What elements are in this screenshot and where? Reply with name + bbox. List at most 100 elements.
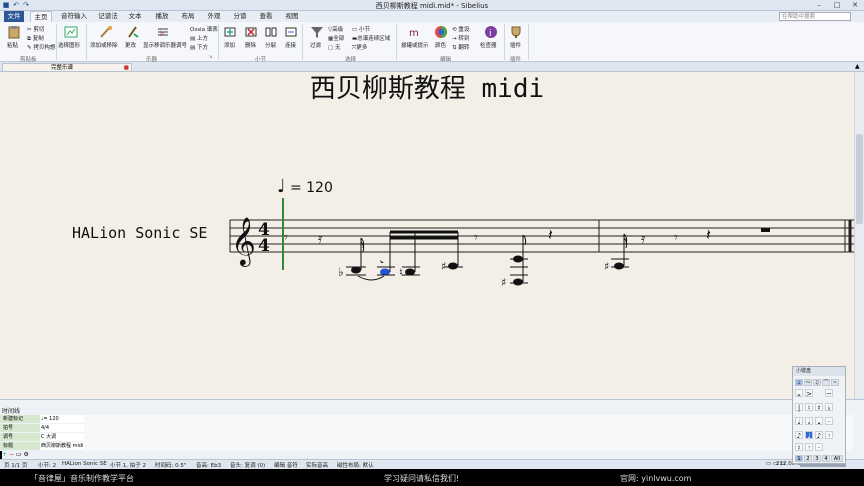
tab-view[interactable]: 视图 (282, 11, 302, 22)
keypad-key-selected[interactable]: ♩ (805, 431, 813, 440)
minimize-icon[interactable]: – (810, 0, 828, 10)
keypad-layout-3[interactable]: 3 (813, 455, 821, 462)
zoom-slider[interactable] (800, 464, 846, 467)
tab-text[interactable]: 文本 (125, 11, 145, 22)
maximize-icon[interactable]: □ (828, 0, 846, 10)
change-instrument-label[interactable]: 更改 (125, 41, 136, 49)
keypad-tab-more-notes[interactable]: ⁓ (804, 379, 812, 386)
reset-button[interactable]: ⟲ 重设 (452, 25, 469, 33)
group-launcher-icon[interactable]: ↘ (208, 54, 213, 60)
keypad-key[interactable]: ♯ (815, 403, 823, 412)
ossia-below-button[interactable]: ▤ 下方 (190, 43, 208, 51)
close-icon[interactable]: ✕ (846, 0, 864, 10)
collapse-icon[interactable]: ▲ (855, 63, 860, 70)
goto-button[interactable]: → 转到 (452, 34, 469, 42)
keypad-key[interactable]: 𝄽 (795, 443, 803, 452)
settings-icon[interactable]: ⚙ (24, 451, 29, 458)
vertical-scrollbar[interactable] (854, 72, 864, 399)
keypad-key[interactable]: 𝅗𝅥 (805, 417, 813, 426)
timeline-row[interactable]: 标题 西贝柳斯教程 midi (0, 442, 84, 450)
keypad-tab-jazz[interactable]: ~ (831, 379, 839, 386)
select-graphic-label[interactable]: 选择图形 (58, 41, 80, 49)
join-bar-icon[interactable] (285, 26, 297, 38)
color-label[interactable]: 颜色 (435, 41, 446, 49)
keypad-key[interactable]: 𝄪 (795, 389, 803, 398)
delete-bar-icon[interactable] (245, 26, 257, 38)
note-spacing-label[interactable]: 拔罐或提示 (401, 41, 429, 49)
help-search-input[interactable]: 在帮助中搜索 (779, 12, 851, 21)
tab-parts[interactable]: 分谱 (230, 11, 250, 22)
add-bar-icon[interactable] (224, 26, 236, 38)
join-bar-label[interactable]: 连接 (285, 41, 296, 49)
keypad-layout-1[interactable]: 1 (795, 455, 803, 462)
timeline-row[interactable]: 新建标记 ♩= 120 (0, 415, 84, 423)
add-instrument-icon[interactable] (99, 25, 113, 39)
keypad-tab-common[interactable]: ♩ (795, 379, 803, 386)
format-painter-button[interactable]: ✎ 拷贝构想 (27, 43, 55, 51)
keypad-key[interactable]: | (795, 403, 803, 412)
change-instrument-icon[interactable] (126, 25, 140, 39)
select-more-button[interactable]: ⤧更多 (352, 43, 367, 52)
keypad-layout-4[interactable]: 4 (822, 455, 830, 462)
add-bar-label[interactable]: 添加 (224, 41, 235, 49)
tab-play[interactable]: 播放 (152, 11, 172, 22)
transposing-score-label[interactable]: 显示移调乐器调号 (143, 41, 187, 49)
inspector-icon[interactable]: i (484, 25, 498, 39)
copy-button[interactable]: ⧉ 复制 (27, 34, 44, 43)
add-remove-instrument-label[interactable]: 添加或移除 (90, 41, 118, 49)
inspector-label[interactable]: 检查器 (480, 41, 497, 49)
tab-layout[interactable]: 布局 (178, 11, 198, 22)
select-graphic-icon[interactable] (64, 25, 78, 39)
keypad-tab-articulations[interactable]: ⌒ (822, 379, 830, 386)
select-system-passage-button[interactable]: ▬总谱连续区域 (352, 34, 390, 42)
cut-button[interactable]: ✂ 剪切 (27, 25, 44, 33)
flip-button[interactable]: ⇅ 翻转 (452, 43, 469, 51)
tab-appearance[interactable]: 外观 (204, 11, 224, 22)
keypad-key[interactable]: · (825, 417, 833, 426)
select-none-button[interactable]: ▢ 无 (328, 43, 340, 51)
tab-note-input[interactable]: 音符输入 (58, 11, 90, 22)
chord[interactable]: ♯ (501, 234, 528, 289)
keypad-key[interactable]: 𝅝 (815, 417, 823, 426)
transposing-score-icon[interactable]: ♭ (156, 25, 170, 39)
keypad-key[interactable]: 𝄾 (825, 431, 833, 440)
select-bar-button[interactable]: ▭ 小节 (352, 25, 370, 33)
paste-label[interactable]: 粘贴 (7, 41, 18, 49)
ossia-above-button[interactable]: ▤ 上方 (190, 34, 208, 42)
timeline-row[interactable]: 拍号 4/4 (0, 424, 84, 432)
scroll-thumb[interactable] (856, 134, 863, 224)
note-spacing-icon[interactable]: m (408, 25, 422, 39)
remove-icon[interactable]: − (9, 451, 14, 458)
keypad-key[interactable]: · (815, 443, 823, 452)
keypad-layout-all[interactable]: All (831, 455, 843, 462)
keypad-key[interactable]: ♪ (795, 431, 803, 440)
split-bar-label[interactable]: 分裂 (265, 41, 276, 49)
keypad-key[interactable]: 𝅘𝅥 (795, 417, 803, 426)
advanced-filter-button[interactable]: ▽高级 (328, 25, 343, 33)
delete-bar-label[interactable]: 删除 (245, 41, 256, 49)
color-icon[interactable] (434, 25, 448, 39)
tab-file[interactable]: 文件 (4, 11, 24, 22)
timeline-row[interactable]: 调号 C 大调 (0, 433, 84, 441)
keypad-key[interactable]: ♮ (805, 403, 813, 412)
keypad-tab-beams[interactable]: ♫ (813, 379, 821, 386)
tab-home[interactable]: 主页 (30, 11, 52, 22)
timeline-track-area[interactable] (84, 415, 854, 451)
keypad-key[interactable]: ♭ (825, 403, 833, 412)
filter-label[interactable]: 过滤 (310, 41, 321, 49)
ossia-staff-button[interactable]: Ossia 谱表 (190, 25, 218, 33)
plugin-icon[interactable] (509, 25, 523, 39)
select-all-button[interactable]: ▦全部 (328, 34, 344, 42)
add-icon[interactable]: + (2, 451, 7, 458)
keypad-key[interactable]: ♪ (815, 431, 823, 440)
split-bar-icon[interactable] (265, 26, 277, 38)
keypad-key[interactable]: > (805, 389, 813, 398)
note[interactable]: ♯ (604, 233, 629, 273)
paste-icon[interactable] (7, 25, 21, 39)
zoom-icon[interactable]: ▭ (16, 451, 22, 458)
plugins-label[interactable]: 插件 (510, 41, 521, 49)
keypad-key[interactable]: − (825, 389, 833, 398)
filter-icon[interactable] (310, 25, 324, 39)
keypad-key[interactable]: 𝄾 (805, 443, 813, 452)
tab-review[interactable]: 查看 (256, 11, 276, 22)
